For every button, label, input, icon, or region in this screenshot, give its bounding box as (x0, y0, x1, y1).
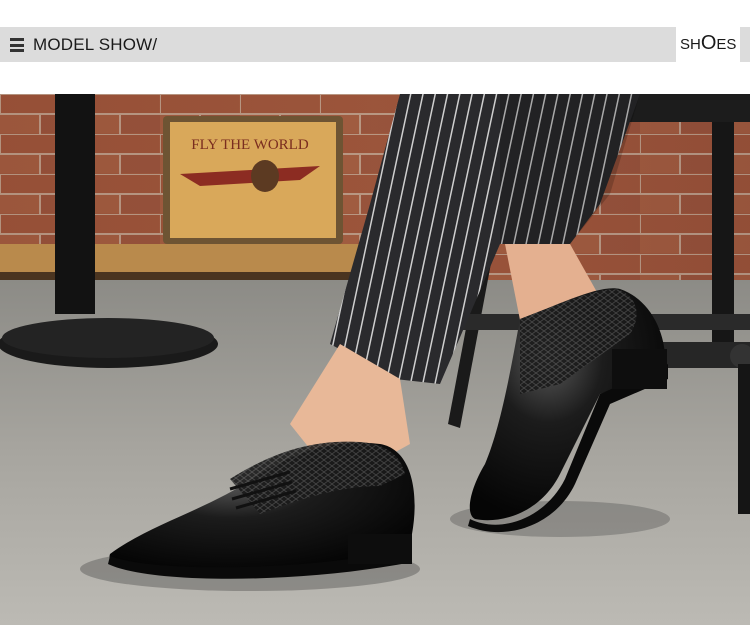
poster-text: FLY THE WORLD (191, 137, 309, 153)
header-edge-strip (740, 27, 750, 62)
product-photo: FLY THE WORLD (0, 94, 750, 625)
category-label: SHOES (680, 32, 737, 54)
vintage-poster: FLY THE WORLD (163, 116, 343, 244)
section-title: MODEL SHOW/ (33, 35, 158, 54)
section-header: MODEL SHOW/ (0, 27, 676, 62)
category-tag: SHOES (676, 27, 740, 62)
menu-icon (10, 38, 24, 52)
